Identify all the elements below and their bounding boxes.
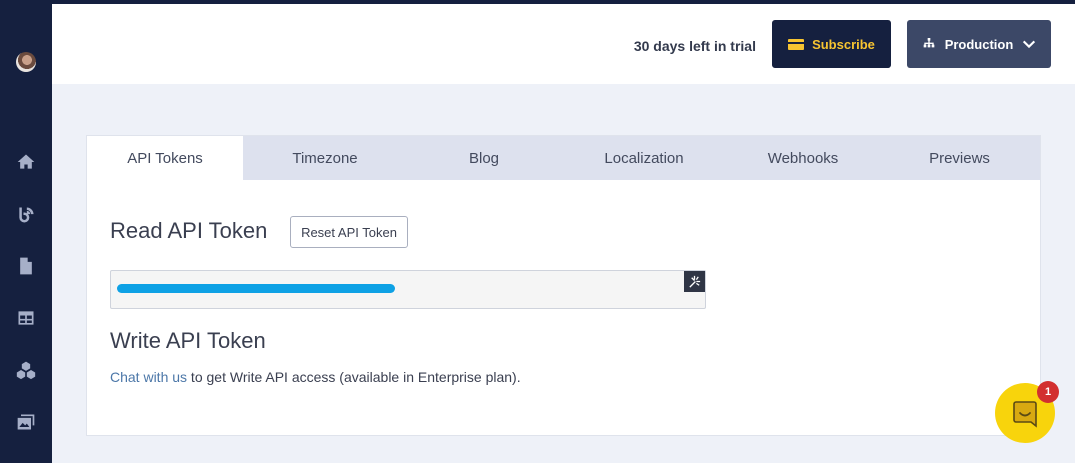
chat-icon [1013,401,1037,428]
tab-api-tokens[interactable]: API Tokens [87,136,243,180]
credit-card-icon [788,38,805,50]
modules-icon[interactable] [14,358,38,382]
tab-previews[interactable]: Previews [879,136,1040,180]
table-icon[interactable] [14,306,38,330]
avatar[interactable] [16,52,36,72]
write-token-description: Chat with us to get Write API access (av… [110,369,521,385]
subscribe-button[interactable]: Subscribe [772,20,891,68]
sparkle-icon [689,275,701,288]
write-token-text: to get Write API access (available in En… [187,369,521,385]
home-icon[interactable] [14,150,38,174]
environment-dropdown[interactable]: Production [907,20,1051,68]
settings-panel: API Tokens Timezone Blog Localization We… [86,135,1041,436]
tab-localization[interactable]: Localization [561,136,727,180]
token-redaction [117,284,395,293]
blog-icon[interactable] [14,203,38,227]
read-token-title: Read API Token [110,218,268,243]
sidebar [0,0,52,463]
trial-status: 30 days left in trial [633,38,756,54]
read-token-field[interactable] [110,270,706,309]
tab-blog[interactable]: Blog [407,136,561,180]
chat-with-us-link[interactable]: Chat with us [110,369,187,385]
tab-timezone[interactable]: Timezone [243,136,407,180]
subscribe-label: Subscribe [812,36,875,52]
header: 30 days left in trial Subscribe Producti… [52,4,1075,84]
environment-label: Production [944,36,1014,52]
settings-tabs: API Tokens Timezone Blog Localization We… [87,136,1040,180]
media-icon[interactable] [14,410,38,434]
write-token-title: Write API Token [110,328,266,353]
copy-token-button[interactable] [684,271,705,292]
notification-badge: 1 [1037,381,1059,403]
sitemap-icon [923,38,935,48]
reset-token-button[interactable]: Reset API Token [290,216,408,248]
document-icon[interactable] [14,254,38,278]
tab-webhooks[interactable]: Webhooks [727,136,879,180]
chevron-down-icon [1023,40,1036,49]
